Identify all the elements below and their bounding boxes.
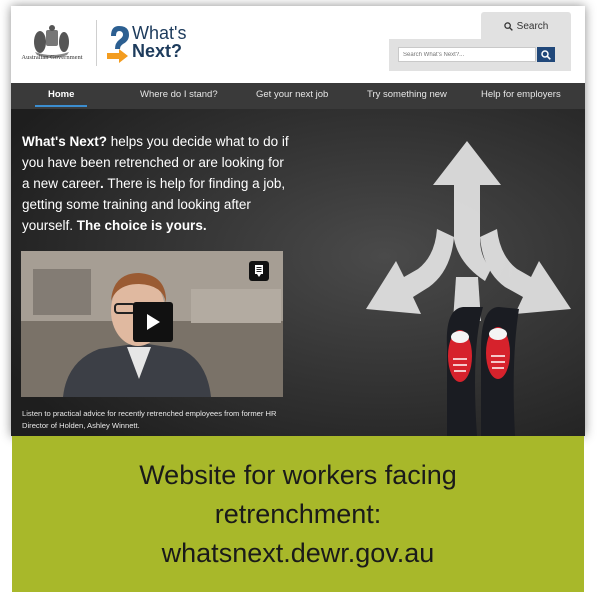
search-tab[interactable]: Search: [481, 12, 571, 40]
nav-item-try-something-new[interactable]: Try something new: [367, 83, 447, 109]
person-legs-icon: [446, 307, 519, 436]
active-nav-indicator: [35, 105, 88, 107]
nav-item-label: Help for employers: [481, 89, 561, 100]
nav-item-get-your-next-job[interactable]: Get your next job: [256, 83, 328, 109]
video-player[interactable]: [21, 251, 283, 397]
question-arrow-icon: [107, 26, 129, 63]
search-tab-label: Search: [516, 20, 549, 32]
intro-tagline: The choice is yours.: [76, 218, 207, 233]
website-screenshot: Australian Government What's Next? Searc…: [11, 6, 585, 436]
banner-line-2: retrenchment:: [214, 498, 382, 529]
nav-item-home[interactable]: Home: [35, 83, 88, 109]
nav-item-label: Get your next job: [256, 89, 329, 100]
search-icon: [503, 21, 513, 31]
intro-text: What's Next? helps you decide what to do…: [22, 131, 290, 236]
main-nav: Home Where do I stand? Get your next job…: [11, 83, 585, 109]
banner-url: whatsnext.dewr.gov.au: [161, 537, 435, 568]
nav-item-label: Try something new: [367, 89, 447, 100]
hero-section: What's Next? helps you decide what to do…: [11, 109, 585, 436]
nav-item-label: Home: [48, 89, 75, 100]
play-button[interactable]: [133, 302, 173, 342]
banner-line-1: Website for workers facing: [139, 459, 457, 490]
site-header: Australian Government What's Next? Searc…: [11, 6, 585, 83]
transcript-button[interactable]: [249, 261, 269, 281]
play-icon: [147, 314, 160, 330]
brand-line2: Next?: [132, 41, 183, 61]
transcript-icon: [255, 265, 263, 277]
website-banner: Website for workers facing retrenchment:…: [12, 436, 584, 592]
video-caption: Listen to practical advice for recently …: [22, 409, 277, 430]
search-panel: [389, 39, 571, 71]
nav-item-where-do-i-stand[interactable]: Where do I stand?: [140, 83, 218, 109]
search-icon: [541, 49, 551, 60]
gov-name: Australian Government: [21, 54, 83, 61]
header-divider: [96, 20, 97, 66]
search-input[interactable]: [398, 47, 536, 62]
nav-item-label: Where do I stand?: [140, 89, 218, 100]
search-button[interactable]: [537, 47, 555, 62]
nav-item-help-for-employers[interactable]: Help for employers: [481, 83, 561, 109]
intro-highlight: What's Next?: [22, 134, 107, 149]
